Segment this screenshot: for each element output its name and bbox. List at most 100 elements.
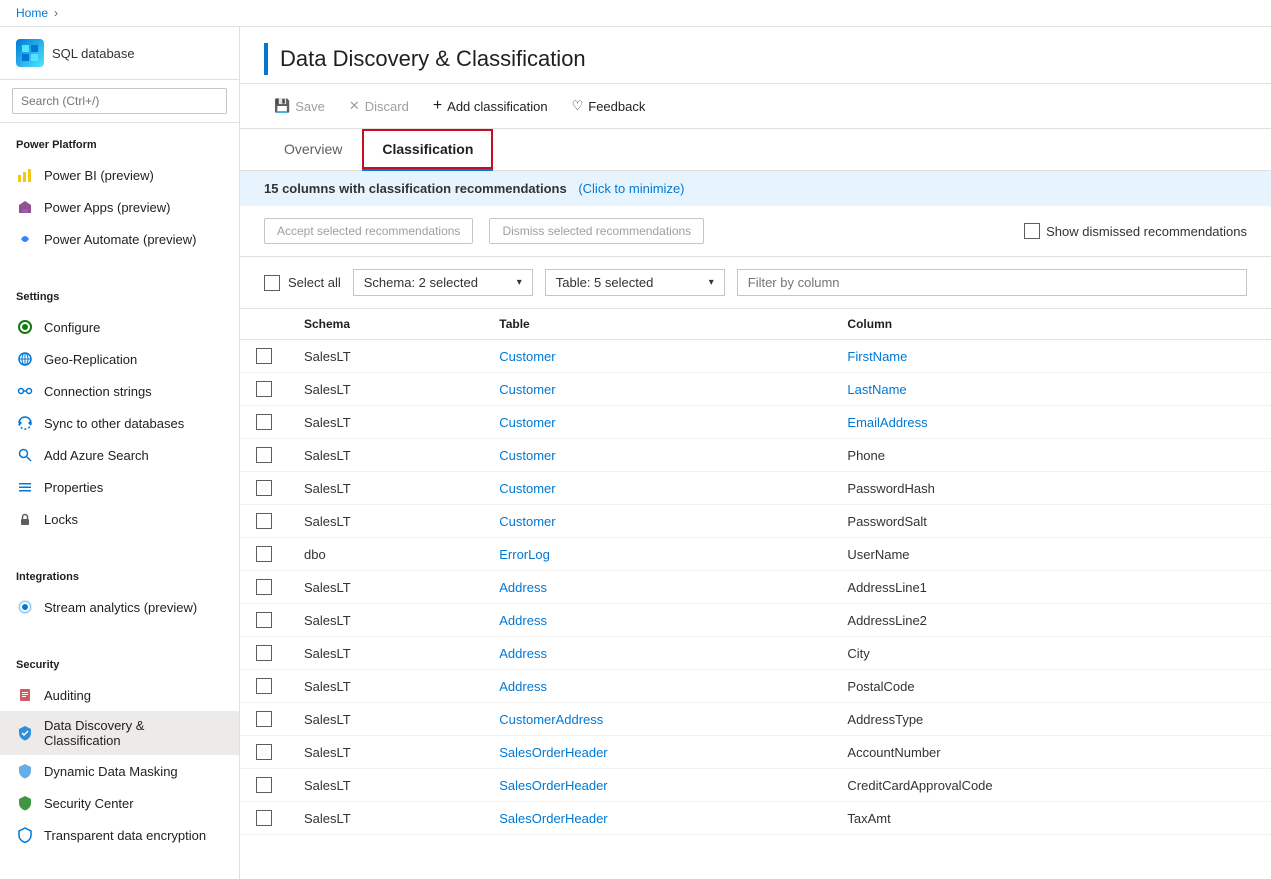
row-checkbox-cell <box>240 538 288 571</box>
cell-schema: SalesLT <box>288 505 483 538</box>
add-classification-label: Add classification <box>447 99 547 114</box>
recommendations-count: 15 columns with classification recommend… <box>264 181 567 196</box>
cell-table[interactable]: CustomerAddress <box>483 703 831 736</box>
sidebar-item-label: Auditing <box>44 688 91 703</box>
table-row: SalesLTSalesOrderHeaderAccountNumber <box>240 736 1271 769</box>
tab-classification[interactable]: Classification <box>362 129 493 171</box>
cell-table[interactable]: SalesOrderHeader <box>483 769 831 802</box>
show-dismissed-container[interactable]: Show dismissed recommendations <box>1024 223 1247 239</box>
table-filter-dropdown[interactable]: Table: 5 selected ▾ <box>545 269 725 296</box>
show-dismissed-checkbox[interactable] <box>1024 223 1040 239</box>
recommendations-minimize-link[interactable]: (Click to minimize) <box>578 181 684 196</box>
cell-table[interactable]: Customer <box>483 472 831 505</box>
classification-table: Schema Table Column SalesLTCustomerFirst… <box>240 309 1271 835</box>
search-input[interactable] <box>12 88 227 114</box>
th-column: Column <box>831 309 1271 340</box>
row-checkbox[interactable] <box>256 678 272 694</box>
row-checkbox[interactable] <box>256 348 272 364</box>
breadcrumb: Home › <box>0 0 1271 27</box>
cell-table[interactable]: Customer <box>483 505 831 538</box>
sidebar-item-sync[interactable]: Sync to other databases <box>0 407 239 439</box>
sidebar-item-data-discovery[interactable]: Data Discovery & Classification <box>0 711 239 755</box>
cell-column: PasswordHash <box>831 472 1271 505</box>
discard-button[interactable]: ✕ Discard <box>339 93 419 119</box>
row-checkbox[interactable] <box>256 612 272 628</box>
recommendations-banner[interactable]: 15 columns with classification recommend… <box>240 171 1271 206</box>
title-accent <box>264 43 268 75</box>
feedback-button[interactable]: ♡ Feedback <box>562 93 656 119</box>
row-checkbox[interactable] <box>256 513 272 529</box>
cell-table[interactable]: Address <box>483 571 831 604</box>
schema-chevron-icon: ▾ <box>517 277 522 288</box>
cell-table[interactable]: SalesOrderHeader <box>483 736 831 769</box>
cell-schema: SalesLT <box>288 406 483 439</box>
sidebar-item-power-automate[interactable]: Power Automate (preview) <box>0 223 239 255</box>
cell-table[interactable]: Customer <box>483 373 831 406</box>
row-checkbox[interactable] <box>256 579 272 595</box>
cell-schema: SalesLT <box>288 604 483 637</box>
sidebar-item-connection-strings[interactable]: Connection strings <box>0 375 239 407</box>
table-row: SalesLTAddressPostalCode <box>240 670 1271 703</box>
cell-column[interactable]: LastName <box>831 373 1271 406</box>
table-row: SalesLTAddressCity <box>240 637 1271 670</box>
cell-schema: SalesLT <box>288 472 483 505</box>
cell-column: TaxAmt <box>831 802 1271 835</box>
schema-filter-dropdown[interactable]: Schema: 2 selected ▾ <box>353 269 533 296</box>
section-title-power-platform: Power Platform <box>0 135 239 159</box>
sidebar-section-security: Security Auditing Data Discovery & Class… <box>0 643 239 863</box>
save-button[interactable]: 💾 Save <box>264 93 335 119</box>
row-checkbox[interactable] <box>256 381 272 397</box>
select-all-container: Select all <box>264 275 341 291</box>
main-content: Data Discovery & Classification 💾 Save ✕… <box>240 27 1271 879</box>
cell-schema: SalesLT <box>288 637 483 670</box>
breadcrumb-home[interactable]: Home <box>16 6 48 20</box>
cell-table[interactable]: Customer <box>483 439 831 472</box>
cell-schema: SalesLT <box>288 571 483 604</box>
sidebar-item-transparent-encryption[interactable]: Transparent data encryption <box>0 819 239 851</box>
cell-schema: SalesLT <box>288 736 483 769</box>
dismiss-recommendations-button[interactable]: Dismiss selected recommendations <box>489 218 704 244</box>
cell-table[interactable]: SalesOrderHeader <box>483 802 831 835</box>
cell-schema: SalesLT <box>288 340 483 373</box>
sidebar-item-azure-search[interactable]: Add Azure Search <box>0 439 239 471</box>
table-row: dboErrorLogUserName <box>240 538 1271 571</box>
cell-column[interactable]: EmailAddress <box>831 406 1271 439</box>
row-checkbox[interactable] <box>256 777 272 793</box>
sidebar-section-intelligent-performance: Intelligent Performance Performance over… <box>0 871 239 879</box>
column-filter-input[interactable] <box>737 269 1247 296</box>
row-checkbox[interactable] <box>256 414 272 430</box>
row-checkbox[interactable] <box>256 480 272 496</box>
sidebar-item-geo-replication[interactable]: Geo-Replication <box>0 343 239 375</box>
sidebar: SQL database Power Platform Power BI (pr… <box>0 27 240 879</box>
row-checkbox[interactable] <box>256 447 272 463</box>
tab-overview[interactable]: Overview <box>264 129 362 171</box>
row-checkbox[interactable] <box>256 711 272 727</box>
row-checkbox[interactable] <box>256 546 272 562</box>
row-checkbox-cell <box>240 802 288 835</box>
page-title: Data Discovery & Classification <box>280 46 586 72</box>
sidebar-item-locks[interactable]: Locks <box>0 503 239 535</box>
row-checkbox[interactable] <box>256 645 272 661</box>
sidebar-item-dynamic-masking[interactable]: Dynamic Data Masking <box>0 755 239 787</box>
cell-column[interactable]: FirstName <box>831 340 1271 373</box>
cell-table[interactable]: ErrorLog <box>483 538 831 571</box>
cell-table[interactable]: Customer <box>483 340 831 373</box>
cell-table[interactable]: Address <box>483 670 831 703</box>
sidebar-item-power-bi[interactable]: Power BI (preview) <box>0 159 239 191</box>
accept-recommendations-button[interactable]: Accept selected recommendations <box>264 218 473 244</box>
sidebar-item-security-center[interactable]: Security Center <box>0 787 239 819</box>
sidebar-item-configure[interactable]: Configure <box>0 311 239 343</box>
sidebar-item-properties[interactable]: Properties <box>0 471 239 503</box>
row-checkbox[interactable] <box>256 744 272 760</box>
sidebar-item-auditing[interactable]: Auditing <box>0 679 239 711</box>
add-classification-button[interactable]: + Add classification <box>423 92 558 120</box>
th-table: Table <box>483 309 831 340</box>
cell-column: AddressType <box>831 703 1271 736</box>
sidebar-item-stream-analytics[interactable]: Stream analytics (preview) <box>0 591 239 623</box>
row-checkbox[interactable] <box>256 810 272 826</box>
cell-table[interactable]: Address <box>483 637 831 670</box>
cell-table[interactable]: Customer <box>483 406 831 439</box>
select-all-checkbox[interactable] <box>264 275 280 291</box>
sidebar-item-power-apps[interactable]: Power Apps (preview) <box>0 191 239 223</box>
cell-table[interactable]: Address <box>483 604 831 637</box>
